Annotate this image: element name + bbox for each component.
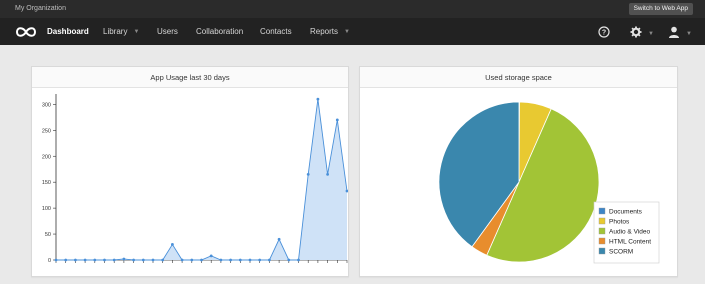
- nav-item-reports[interactable]: Reports ▼: [310, 18, 350, 45]
- nav-item-contacts[interactable]: Contacts: [260, 18, 292, 45]
- usage-data-point: [238, 258, 242, 262]
- legend-swatch: [598, 247, 606, 255]
- app-usage-chart: 0 50 100 150 200 250 300: [42, 94, 348, 264]
- y-tick-label: 150: [42, 180, 51, 186]
- usage-data-point: [258, 258, 262, 262]
- nav-item-library[interactable]: Library ▼: [103, 18, 139, 45]
- usage-data-point: [64, 258, 68, 262]
- main-navbar: Dashboard Library ▼ Users Collaboration C…: [0, 18, 705, 45]
- svg-text:?: ?: [602, 29, 606, 36]
- legend-swatch: [598, 237, 606, 245]
- legend-swatch: [598, 227, 606, 235]
- usage-data-point: [54, 258, 58, 262]
- help-icon: ?: [598, 26, 610, 38]
- nav-item-label: Reports: [310, 27, 339, 36]
- chevron-down-icon: ▼: [648, 31, 654, 37]
- usage-data-point: [287, 258, 291, 262]
- usage-data-point: [171, 243, 174, 246]
- usage-data-point: [219, 258, 223, 262]
- usage-data-point: [103, 258, 106, 262]
- usage-data-point: [297, 258, 300, 262]
- usage-data-point: [122, 257, 126, 261]
- usage-data-point: [83, 258, 87, 262]
- usage-data-point: [335, 118, 339, 122]
- usage-data-point: [132, 258, 135, 262]
- usage-data-point: [268, 258, 271, 262]
- help-button[interactable]: ?: [598, 18, 610, 45]
- nav-item-dashboard[interactable]: Dashboard: [47, 18, 89, 45]
- legend-label: Audio & Video: [609, 229, 650, 236]
- legend-label: HTML Content: [609, 239, 651, 246]
- switch-to-web-app-button[interactable]: Switch to Web App: [628, 3, 693, 15]
- user-menu[interactable]: ▼: [668, 18, 692, 45]
- legend-label: Documents: [609, 209, 643, 216]
- nav-item-users[interactable]: Users: [157, 18, 178, 45]
- y-tick-label: 100: [42, 206, 51, 212]
- usage-data-point: [151, 258, 155, 262]
- y-tick-label: 0: [48, 258, 51, 264]
- storage-chart: Documents Photos Audio & Video HTML Content…: [438, 101, 660, 264]
- usage-data-point: [93, 258, 97, 262]
- chevron-down-icon: ▼: [133, 29, 140, 35]
- app-usage-title: App Usage last 30 days: [32, 67, 348, 88]
- usage-data-point: [200, 258, 203, 262]
- nav-item-label: Library: [103, 27, 128, 36]
- usage-data-point: [316, 97, 320, 101]
- usage-data-point: [326, 173, 329, 176]
- y-tick-label: 200: [42, 154, 51, 160]
- usage-data-point: [209, 254, 213, 258]
- nav-item-label: Dashboard: [47, 27, 89, 36]
- usage-data-point: [229, 258, 233, 262]
- nav-item-label: Users: [157, 27, 178, 36]
- storage-title: Used storage space: [360, 67, 677, 88]
- gear-icon: [630, 26, 642, 38]
- legend-label: SCORM: [609, 249, 633, 256]
- usage-data-point: [180, 258, 184, 262]
- nav-item-label: Contacts: [260, 27, 292, 36]
- y-tick-label: 300: [42, 102, 51, 108]
- usage-data-point: [112, 258, 116, 262]
- app-usage-card: App Usage last 30 days 0 50 100 150 200 250 30…: [31, 66, 349, 277]
- usage-data-point: [277, 237, 281, 241]
- usage-data-point: [190, 258, 194, 262]
- legend-swatch: [598, 207, 606, 215]
- nav-item-collaboration[interactable]: Collaboration: [196, 18, 243, 45]
- legend-swatch: [598, 217, 606, 225]
- legend-label: Photos: [609, 219, 630, 226]
- user-icon: [669, 26, 679, 38]
- infinity-logo-icon[interactable]: [14, 25, 38, 39]
- usage-data-point: [161, 258, 165, 262]
- usage-area: [56, 99, 347, 260]
- settings-menu[interactable]: ▼: [630, 18, 654, 45]
- organization-name: My Organization: [15, 5, 66, 12]
- storage-card: Used storage space Documents Photos Audio …: [359, 66, 678, 277]
- y-tick-label: 50: [45, 232, 51, 238]
- organization-bar: My Organization Switch to Web App: [0, 0, 705, 18]
- chevron-down-icon: ▼: [686, 31, 692, 37]
- chevron-down-icon: ▼: [344, 29, 350, 35]
- usage-data-point: [141, 258, 145, 262]
- y-tick-label: 250: [42, 128, 51, 134]
- usage-data-point: [74, 258, 77, 262]
- nav-item-label: Collaboration: [196, 27, 244, 36]
- usage-data-point: [248, 258, 252, 262]
- usage-data-point: [306, 173, 310, 176]
